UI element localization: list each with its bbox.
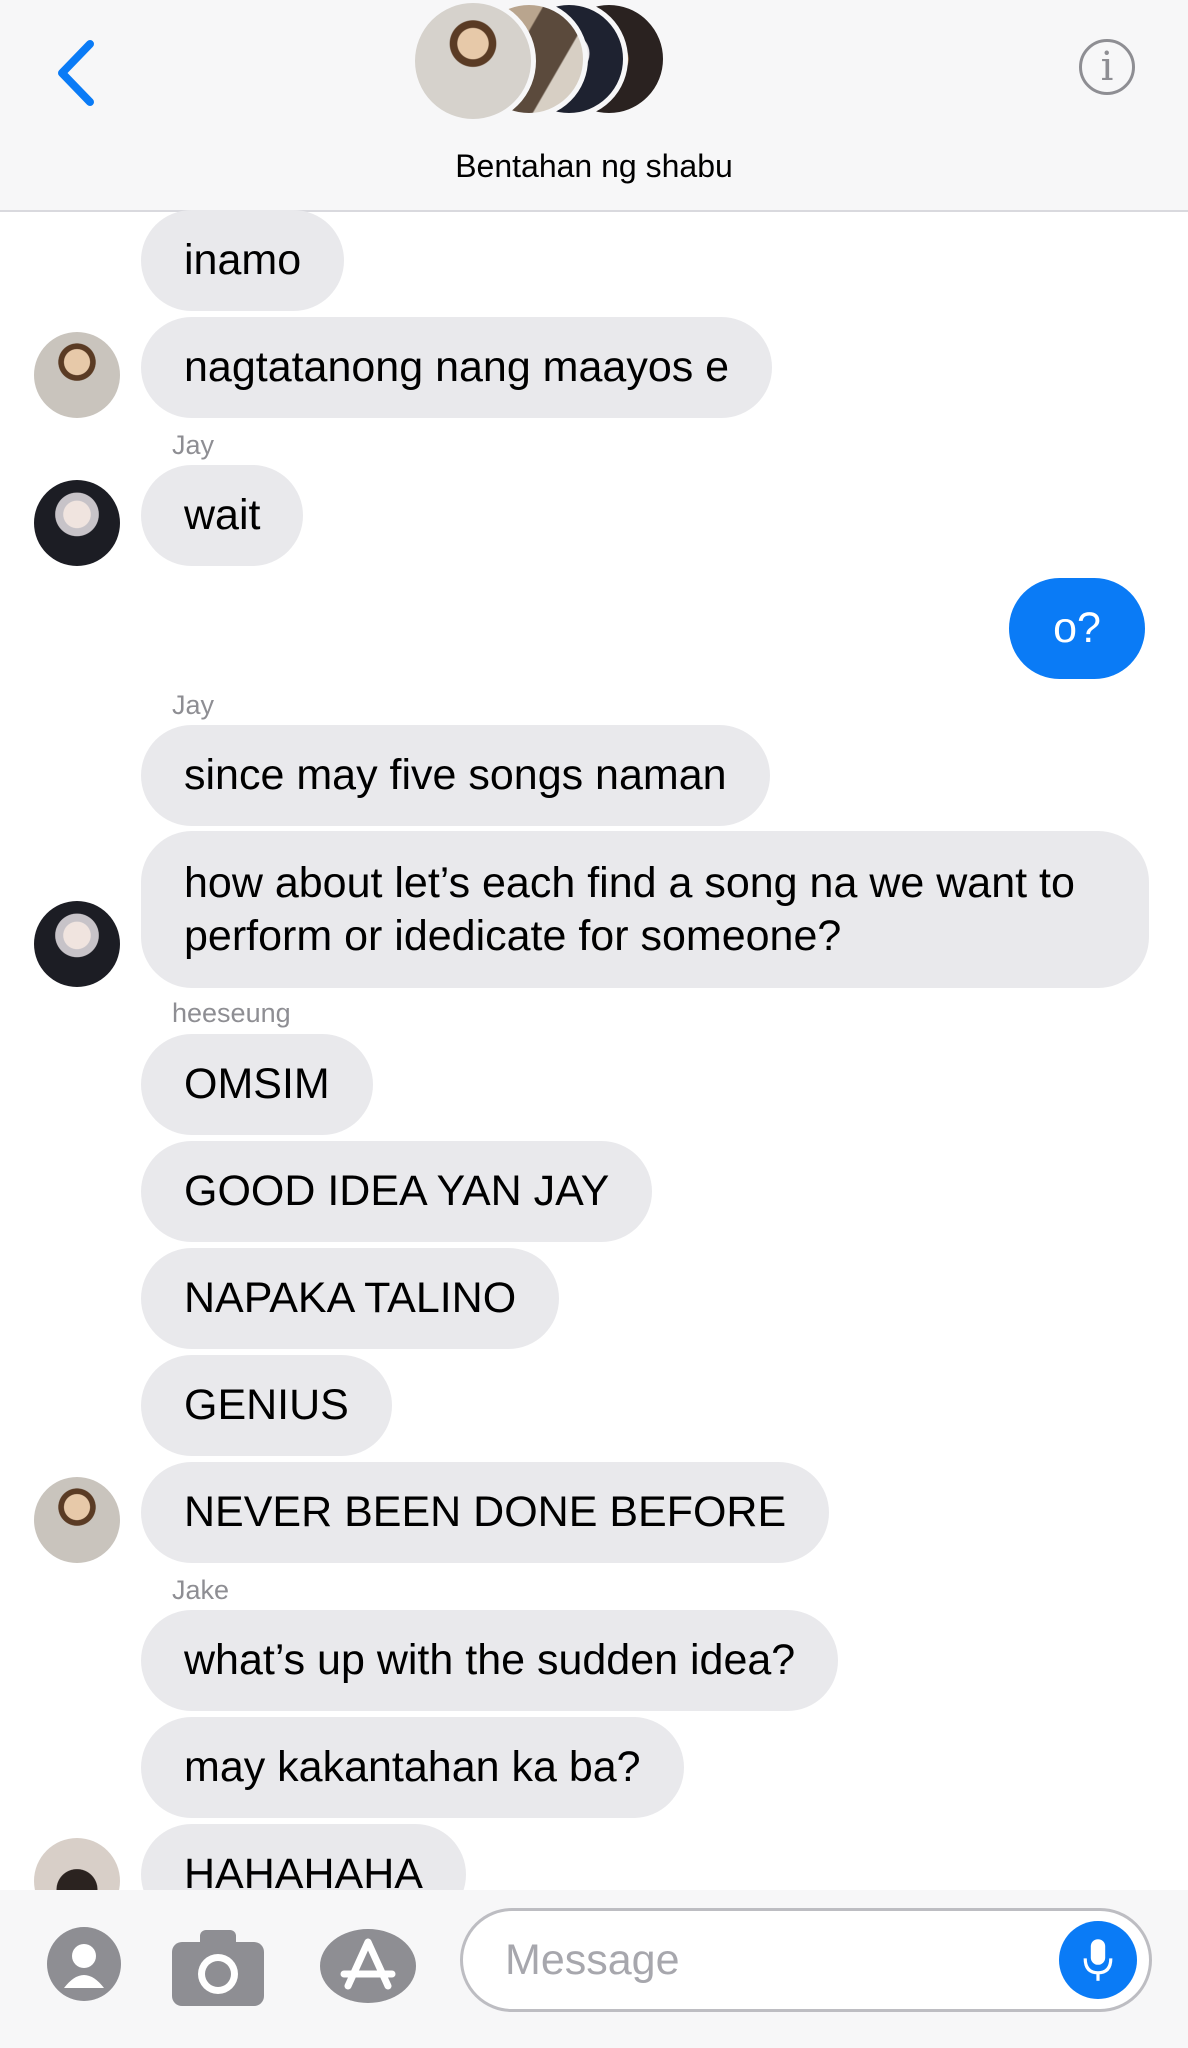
group-avatar-stack[interactable]	[410, 0, 690, 124]
sender-name: Jay	[172, 690, 215, 720]
message-bubble-incoming[interactable]: NAPAKA TALINO	[141, 1248, 560, 1349]
message-bubble-incoming[interactable]: how about let’s each find a song na we w…	[141, 831, 1149, 988]
avatar[interactable]	[34, 901, 120, 987]
conversation-title[interactable]: Bentahan ng shabu	[0, 148, 1188, 185]
message-bubble-incoming[interactable]: wait	[141, 465, 304, 566]
message-input[interactable]: Message	[460, 1908, 1152, 2012]
avatar[interactable]	[34, 332, 120, 418]
sender-name: heeseung	[172, 998, 291, 1028]
chat-header: i Bentahan ng shabu	[0, 0, 1188, 212]
message-bubble-incoming[interactable]: may kakantahan ka ba?	[141, 1717, 684, 1818]
microphone-icon[interactable]	[1059, 1921, 1137, 1999]
person-icon[interactable]	[46, 1926, 122, 2002]
message-bubble-outgoing[interactable]: o?	[1009, 578, 1145, 679]
avatar[interactable]	[34, 1477, 120, 1563]
group-avatar	[410, 0, 536, 124]
camera-icon[interactable]	[170, 1928, 266, 2008]
app-store-icon[interactable]	[318, 1928, 418, 2004]
sender-name: Jay	[172, 430, 215, 460]
sender-name: Jake	[172, 1575, 230, 1605]
message-bubble-incoming[interactable]: GENIUS	[141, 1355, 392, 1456]
avatar[interactable]	[34, 480, 120, 566]
message-bubble-incoming[interactable]: GOOD IDEA YAN JAY	[141, 1141, 653, 1242]
message-bubble-incoming[interactable]: what’s up with the sudden idea?	[141, 1610, 839, 1711]
message-bubble-incoming[interactable]: inamo	[141, 210, 345, 311]
info-icon[interactable]: i	[1079, 39, 1135, 95]
message-bubble-incoming[interactable]: OMSIM	[141, 1034, 373, 1135]
message-bubble-incoming[interactable]: NEVER BEEN DONE BEFORE	[141, 1462, 830, 1563]
message-input-placeholder: Message	[505, 1936, 680, 1984]
message-bubble-incoming[interactable]: nagtatanong nang maayos e	[141, 317, 773, 418]
message-bubble-incoming[interactable]: since may five songs naman	[141, 725, 770, 826]
microphone-glyph	[1083, 1939, 1113, 1981]
chevron-left-icon[interactable]	[52, 38, 102, 108]
